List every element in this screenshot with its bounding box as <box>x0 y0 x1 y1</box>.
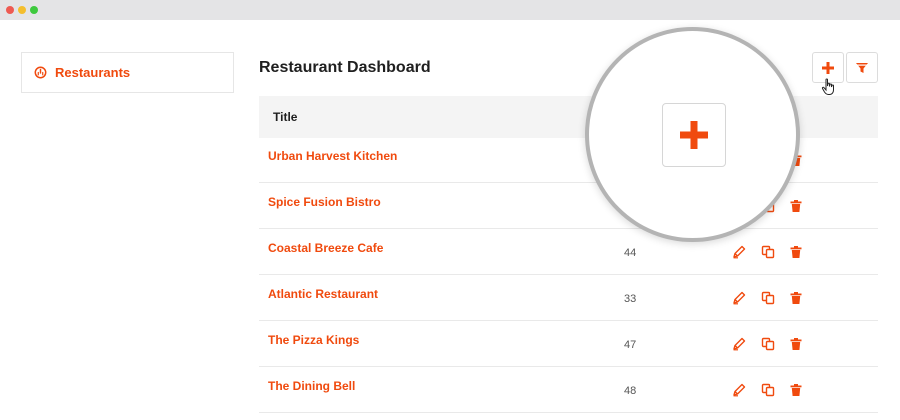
zoomed-add-button <box>662 103 726 167</box>
restaurant-title-link[interactable]: The Pizza Kings <box>268 333 359 347</box>
trash-icon[interactable] <box>789 291 803 305</box>
table-row: Coastal Breeze Cafe 44 <box>259 230 878 275</box>
restaurant-title-link[interactable]: Coastal Breeze Cafe <box>268 241 383 255</box>
edit-icon[interactable] <box>732 383 746 397</box>
duplicate-icon[interactable] <box>761 245 775 259</box>
duplicate-icon[interactable] <box>761 383 775 397</box>
duplicate-icon[interactable] <box>761 337 775 351</box>
close-window-button[interactable] <box>6 6 14 14</box>
edit-icon[interactable] <box>732 337 746 351</box>
row-value: 44 <box>624 247 637 259</box>
sidebar-item-label: Restaurants <box>55 65 131 80</box>
edit-icon[interactable] <box>732 291 746 305</box>
plus-icon <box>680 121 708 149</box>
filter-icon <box>856 62 868 73</box>
trash-icon[interactable] <box>789 245 803 259</box>
restaurant-title-link[interactable]: Urban Harvest Kitchen <box>268 149 397 163</box>
table-row: The Dining Bell 48 <box>259 368 878 413</box>
table-row: Atlantic Restaurant 33 <box>259 276 878 321</box>
restaurant-title-link[interactable]: Atlantic Restaurant <box>268 287 378 301</box>
maximize-window-button[interactable] <box>30 6 38 14</box>
edit-icon[interactable] <box>732 245 746 259</box>
plus-icon <box>822 61 834 74</box>
filter-button[interactable] <box>846 52 878 83</box>
table-row: The Pizza Kings 47 <box>259 322 878 367</box>
window-titlebar <box>0 0 900 20</box>
gauge-icon <box>34 66 47 79</box>
restaurant-title-link[interactable]: The Dining Bell <box>268 379 355 393</box>
hand-pointer-cursor-icon <box>821 78 834 95</box>
table-row: Spice Fusion Bistro <box>259 184 878 229</box>
row-value: 33 <box>624 293 637 305</box>
trash-icon[interactable] <box>789 383 803 397</box>
duplicate-icon[interactable] <box>761 291 775 305</box>
row-value: 48 <box>624 385 637 397</box>
minimize-window-button[interactable] <box>18 6 26 14</box>
row-value: 47 <box>624 339 637 351</box>
sidebar-item-restaurants[interactable]: Restaurants <box>22 53 233 92</box>
zoom-magnifier-callout <box>585 27 800 242</box>
restaurant-title-link[interactable]: Spice Fusion Bistro <box>268 195 381 209</box>
column-header-title[interactable]: Title <box>273 110 297 124</box>
page-title: Restaurant Dashboard <box>259 59 431 76</box>
sidebar: Restaurants <box>21 52 234 93</box>
trash-icon[interactable] <box>789 337 803 351</box>
trash-icon[interactable] <box>789 199 803 213</box>
